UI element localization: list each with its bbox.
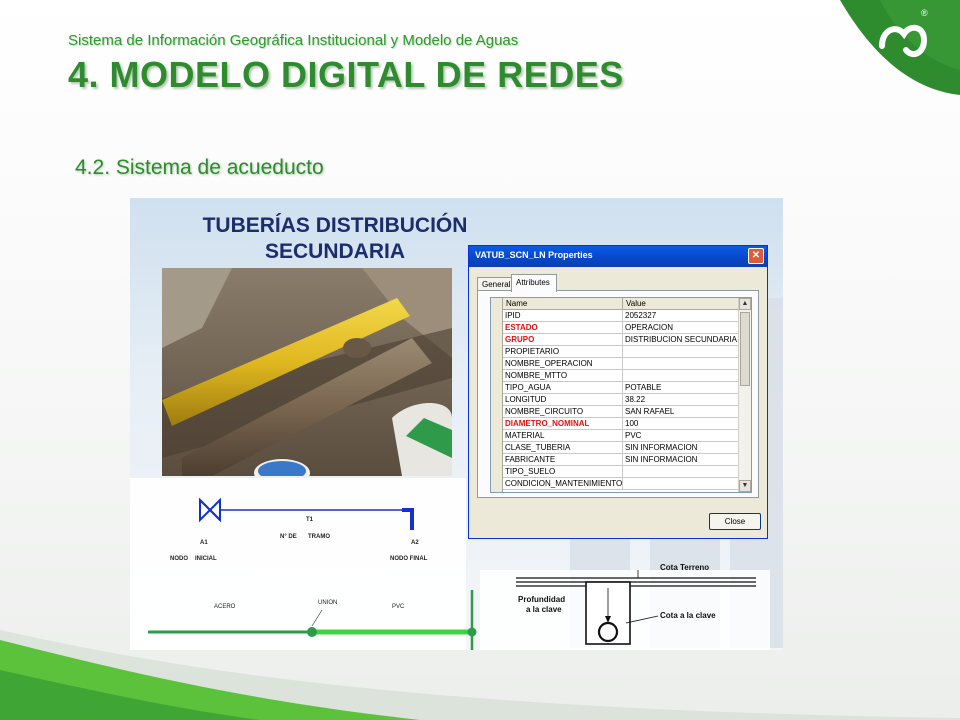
attribute-name-cell: LONGITUD: [503, 394, 623, 406]
table-row[interactable]: CONDICION_MANTENIMIENTO: [491, 478, 739, 490]
table-row[interactable]: TIPO_AGUA POTABLE: [491, 382, 739, 394]
attribute-name-cell: CLASE_TUBERIA: [503, 442, 623, 454]
attribute-name-cell: CONDICION_MANTENIMIENTO: [503, 478, 623, 490]
table-row[interactable]: TIPO_SUELO: [491, 466, 739, 478]
table-row[interactable]: NOMBRE_OPERACION: [491, 358, 739, 370]
table-row[interactable]: ESTADO OPERACION: [491, 322, 739, 334]
node-end-label: NODO FINAL: [390, 556, 428, 562]
attribute-name-cell: DIAMETRO_NOMINAL: [503, 418, 623, 430]
grid-scrollbar[interactable]: ▲ ▼: [738, 298, 751, 492]
section-top-label: Cota Terreno: [660, 563, 709, 572]
pipe-left-label: ACERO: [214, 604, 236, 610]
attribute-value-cell[interactable]: SAN RAFAEL: [623, 406, 739, 418]
attribute-value-cell[interactable]: POTABLE: [623, 382, 739, 394]
scroll-down-icon[interactable]: ▼: [739, 480, 751, 492]
table-row[interactable]: PROPIETARIO: [491, 346, 739, 358]
attribute-name-cell: PROPIETARIO: [503, 346, 623, 358]
tab-general[interactable]: General: [477, 277, 513, 291]
grid-header: Name Value: [491, 298, 739, 310]
segment-label: T1: [306, 517, 314, 523]
attribute-name-cell: IPID: [503, 310, 623, 322]
slide-subtitle: Sistema de Información Geográfica Instit…: [68, 32, 519, 49]
segment-caption-1: N° DE: [280, 534, 297, 540]
attribute-value-cell[interactable]: SIN INFORMACION: [623, 454, 739, 466]
scroll-up-icon[interactable]: ▲: [739, 298, 751, 310]
node-end-id: A2: [411, 540, 419, 546]
slide-title: 4. MODELO DIGITAL DE REDES: [68, 54, 624, 95]
close-button[interactable]: Close: [709, 513, 761, 530]
junction-node-icon: [467, 627, 477, 637]
table-row[interactable]: CLASE_TUBERIA SIN INFORMACION: [491, 442, 739, 454]
attributes-grid: Name Value IPID 2052327 ESTADO OPERACION GRU…: [490, 297, 752, 493]
close-x-icon[interactable]: ✕: [748, 248, 764, 264]
attribute-value-cell[interactable]: 100: [623, 418, 739, 430]
attribute-name-cell: NOMBRE_OPERACION: [503, 358, 623, 370]
attribute-value-cell[interactable]: SIN INFORMACION: [623, 442, 739, 454]
table-row[interactable]: NOMBRE_CIRCUITO SAN RAFAEL: [491, 406, 739, 418]
scroll-thumb[interactable]: [740, 312, 750, 386]
segment-caption-2: TRAMO: [308, 534, 330, 540]
attribute-name-cell: FABRICANTE: [503, 454, 623, 466]
table-row[interactable]: MATERIAL PVC: [491, 430, 739, 442]
pipe-right-label: PVC: [392, 604, 405, 610]
table-row[interactable]: FABRICANTE SIN INFORMACION: [491, 454, 739, 466]
tab-attributes[interactable]: Attributes: [511, 274, 557, 292]
attribute-value-cell[interactable]: 38.22: [623, 394, 739, 406]
attribute-name-cell: NOMBRE_MTTO: [503, 370, 623, 382]
registered-mark: ®: [921, 8, 928, 18]
attribute-value-cell[interactable]: [623, 370, 739, 382]
attribute-name-cell: TIPO_SUELO: [503, 466, 623, 478]
section-depth-label-1: Profundidad: [518, 595, 565, 604]
section-depth-label-2: a la clave: [526, 605, 562, 614]
section-crown-label: Cota a la clave: [660, 611, 716, 620]
attribute-value-cell[interactable]: [623, 358, 739, 370]
dialog-titlebar[interactable]: VATUB_SCN_LN Properties ✕: [469, 246, 767, 267]
union-node-icon: [307, 627, 317, 637]
node-start-id: A1: [200, 540, 208, 546]
table-row[interactable]: DIAMETRO_NOMINAL 100: [491, 418, 739, 430]
column-header-name[interactable]: Name: [503, 298, 623, 310]
attribute-value-cell[interactable]: PVC: [623, 430, 739, 442]
dialog-title: VATUB_SCN_LN Properties: [475, 250, 593, 260]
attribute-value-cell[interactable]: OPERACION: [623, 322, 739, 334]
attribute-value-cell[interactable]: [623, 478, 739, 490]
panel-title-line1: TUBERÍAS DISTRIBUCIÓN: [202, 214, 468, 237]
attribute-value-cell[interactable]: DISTRIBUCION SECUNDARIA: [623, 334, 739, 346]
column-header-value[interactable]: Value: [623, 298, 739, 310]
properties-dialog: VATUB_SCN_LN Properties ✕ General Attrib…: [468, 245, 768, 539]
attribute-value-cell[interactable]: [623, 466, 739, 478]
attribute-name-cell: TIPO_AGUA: [503, 382, 623, 394]
union-label: UNION: [318, 600, 337, 606]
table-row[interactable]: GRUPO DISTRIBUCION SECUNDARIA: [491, 334, 739, 346]
attribute-value-cell[interactable]: [623, 346, 739, 358]
section-heading: 4.2. Sistema de acueducto: [75, 156, 324, 179]
table-row[interactable]: LONGITUD 38.22: [491, 394, 739, 406]
attributes-panel: Name Value IPID 2052327 ESTADO OPERACION GRU…: [477, 290, 759, 498]
attribute-value-cell[interactable]: 2052327: [623, 310, 739, 322]
table-row[interactable]: IPID 2052327: [491, 310, 739, 322]
attribute-name-cell: GRUPO: [503, 334, 623, 346]
attribute-name-cell: ESTADO: [503, 322, 623, 334]
pipe-excavation-photo: [162, 268, 452, 476]
node-start-label-1: NODO: [170, 556, 188, 562]
node-start-label-2: INICIAL: [195, 556, 217, 562]
attribute-name-cell: MATERIAL: [503, 430, 623, 442]
corner-decoration-top-right: ®: [840, 0, 960, 95]
table-row[interactable]: NOMBRE_MTTO: [491, 370, 739, 382]
attribute-name-cell: NOMBRE_CIRCUITO: [503, 406, 623, 418]
